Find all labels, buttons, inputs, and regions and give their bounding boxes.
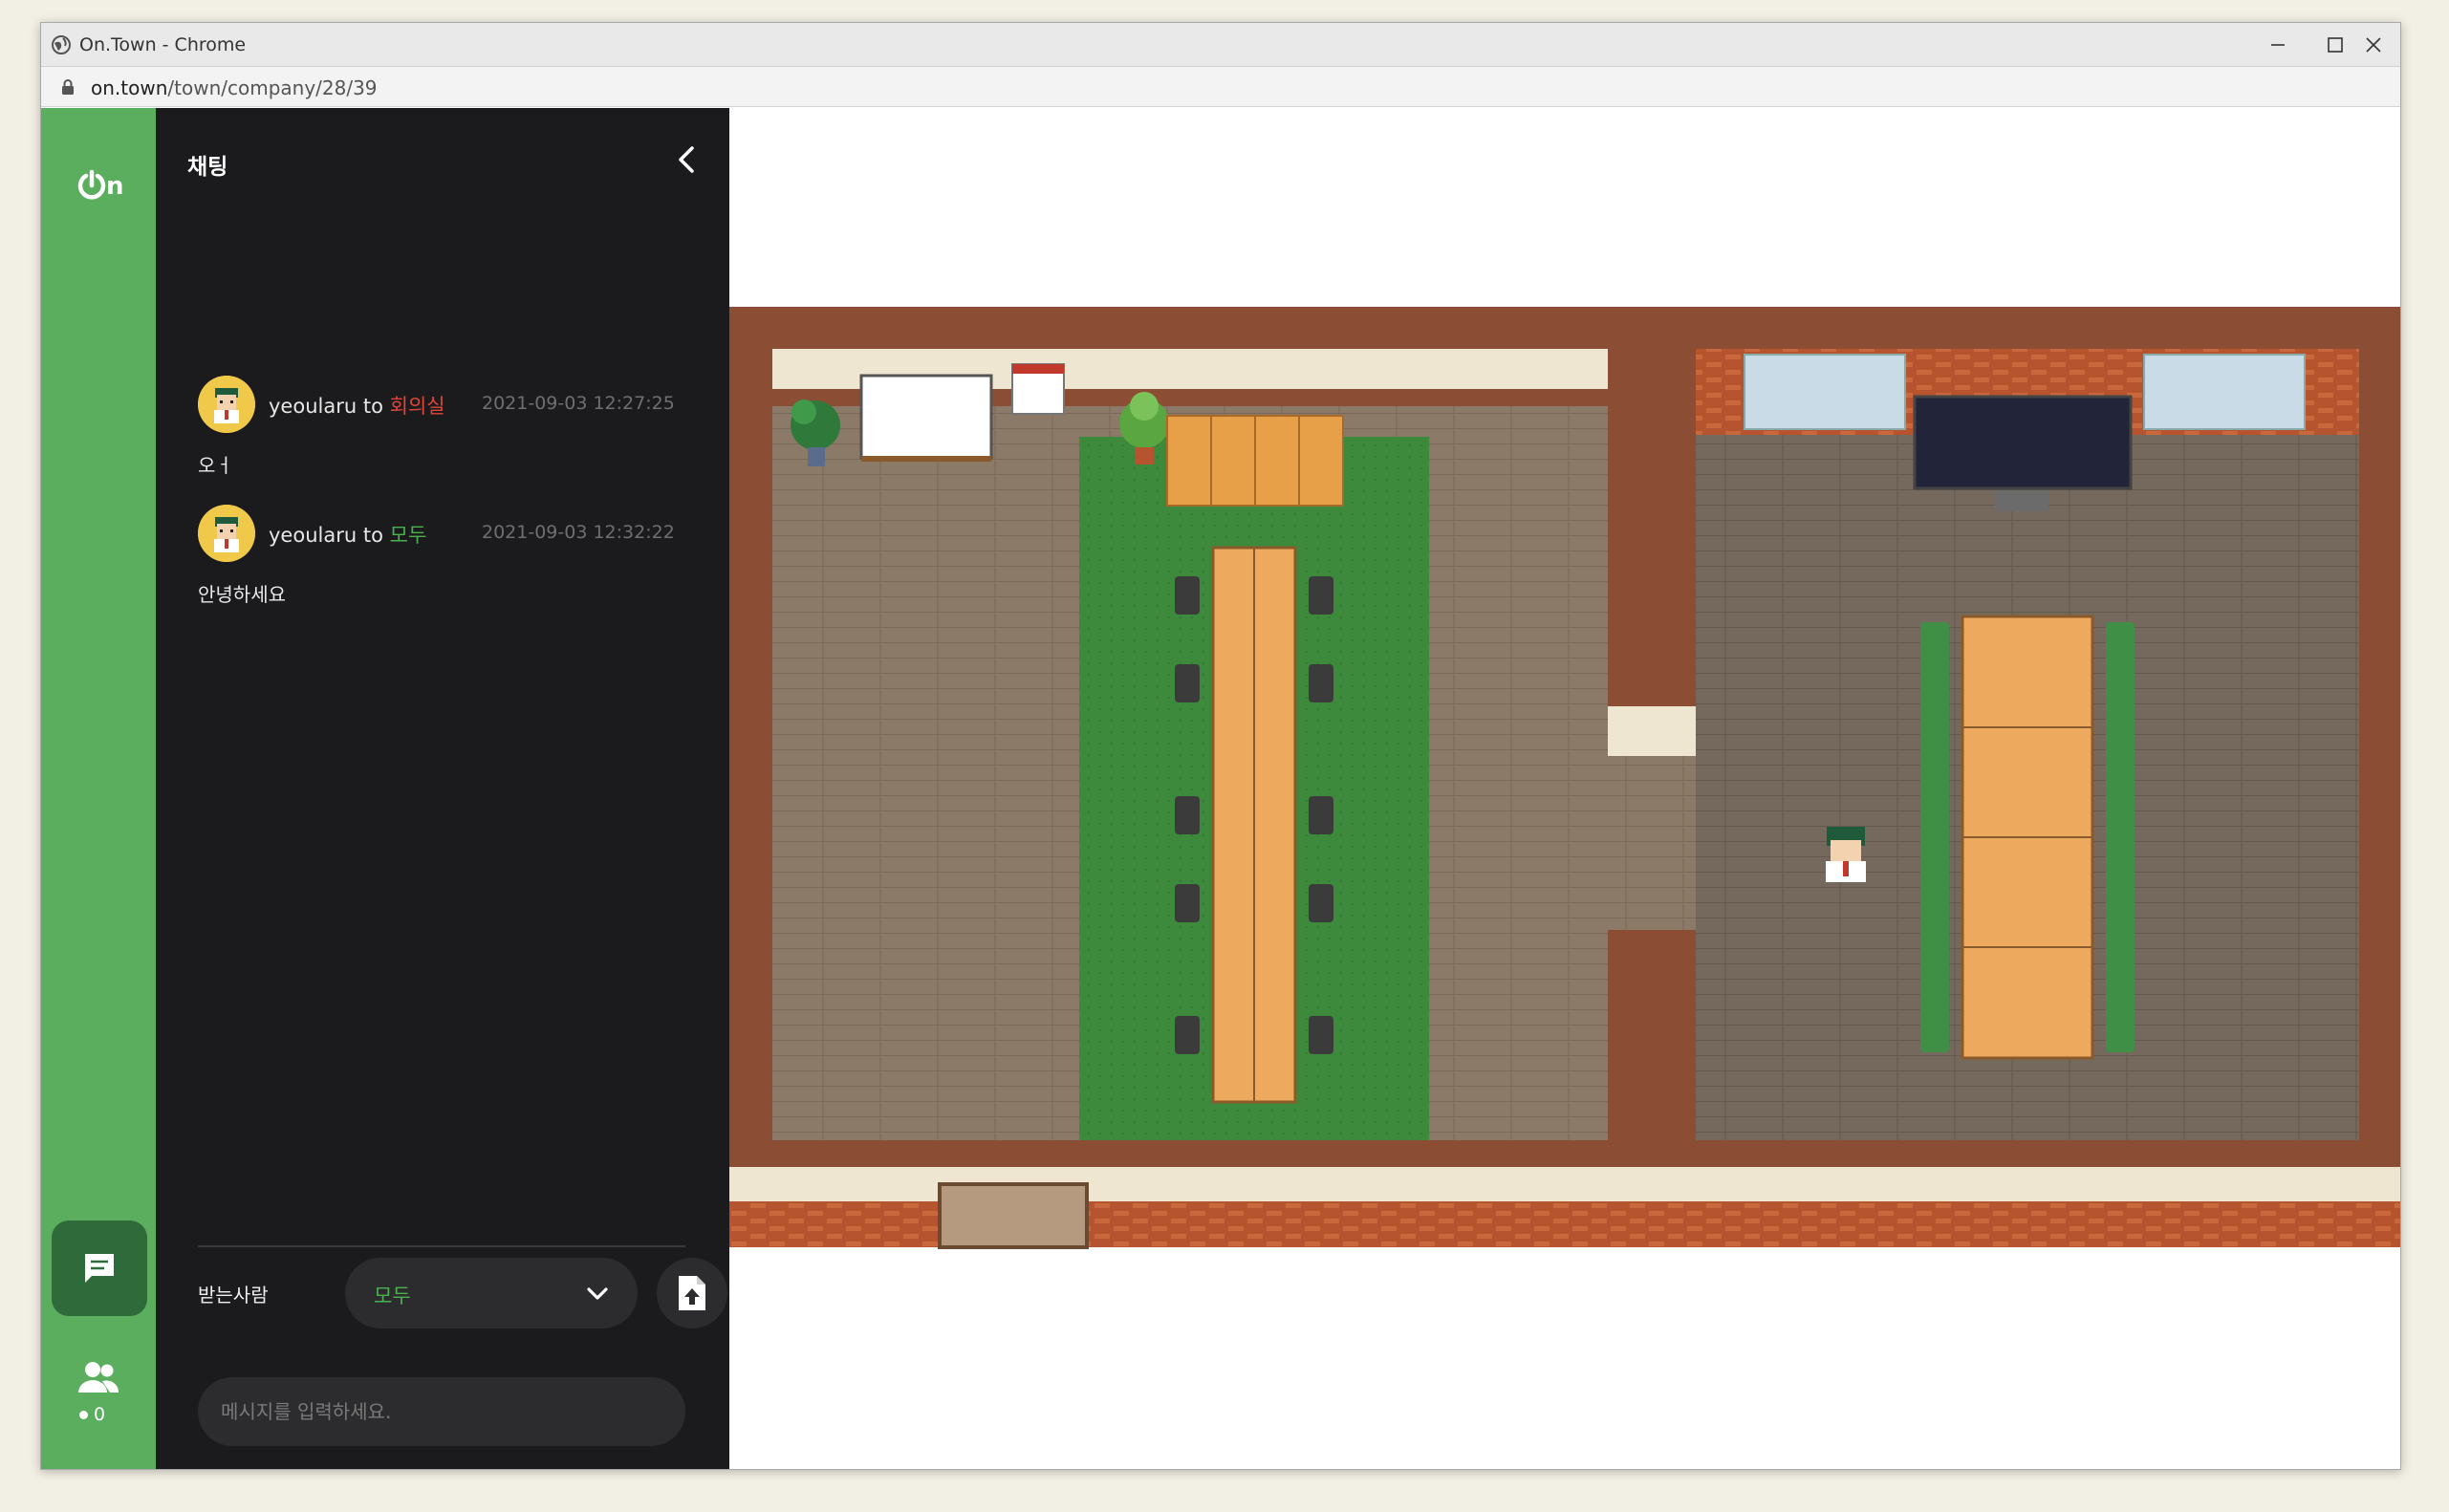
whiteboard [859, 374, 993, 460]
message-input[interactable] [198, 1377, 685, 1446]
message-to-word: to [362, 395, 383, 418]
close-icon [2366, 37, 2381, 53]
calendar-header [1012, 364, 1064, 374]
chat-message: yeoularu to 회의실 2021-09-03 12:27:25 오ㅓ [198, 376, 695, 481]
recipient-select[interactable]: 모두 [345, 1258, 638, 1328]
message-time: 2021-09-03 12:32:22 [482, 522, 675, 543]
message-sender: yeoularu [269, 524, 358, 547]
chat-message: yeoularu to 모두 2021-09-03 12:32:22 안녕하세요 [198, 505, 695, 610]
lock-icon [62, 79, 74, 95]
file-upload-button[interactable] [657, 1258, 727, 1328]
avatar [198, 505, 255, 562]
chat-panel: 채팅 yeoularu to 회의실 2021-09-03 12:27:25 오… [156, 108, 729, 1469]
entrance-door[interactable] [938, 1182, 1089, 1249]
message-time: 2021-09-03 12:27:25 [482, 393, 675, 414]
message-to-word: to [362, 524, 383, 547]
message-text: 안녕하세요 [198, 583, 286, 606]
browser-window: On.Town - Chrome on.town/town/company/28… [40, 22, 2401, 1470]
globe-icon [52, 35, 71, 54]
address-bar[interactable]: on.town/town/company/28/39 [41, 67, 2400, 107]
message-text: 오ㅓ [198, 454, 233, 477]
chat-divider [198, 1245, 685, 1247]
minimize-icon [2271, 44, 2285, 46]
users-button[interactable] [74, 1360, 123, 1398]
app-content: On n 0 [41, 108, 2401, 1470]
recipient-select-value: 모두 [374, 1285, 411, 1307]
side-rail: On n 0 [41, 108, 156, 1469]
message-sender-line: yeoularu to 모두 [269, 520, 426, 549]
url-path: /town/company/28/39 [167, 76, 378, 99]
online-count-value: 0 [94, 1404, 106, 1425]
message-recipient: 모두 [389, 524, 427, 547]
chat-bubble-icon [85, 1254, 114, 1283]
chat-title: 채팅 [187, 155, 228, 180]
online-count: 0 [79, 1404, 105, 1425]
chevron-left-icon[interactable] [668, 140, 706, 179]
tv-stand [1995, 490, 2048, 511]
chat-toggle-button[interactable] [52, 1220, 147, 1316]
power-logo-icon [77, 169, 106, 200]
title-bar: On.Town - Chrome [41, 23, 2400, 67]
minimize-button[interactable] [2249, 27, 2307, 63]
window-title: On.Town - Chrome [79, 34, 247, 55]
recipient-label: 받는사람 [198, 1284, 269, 1307]
logo-n: n [106, 172, 124, 201]
message-sender-line: yeoularu to 회의실 [269, 391, 445, 420]
town-map-canvas[interactable] [729, 108, 2401, 1470]
url-text[interactable]: on.town/town/company/28/39 [91, 76, 378, 99]
chevron-down-icon [587, 1287, 608, 1300]
whiteboard-ledge [861, 456, 991, 462]
file-upload-icon [679, 1276, 705, 1310]
filing-cabinets [1166, 415, 1344, 507]
avatar-character-icon [198, 505, 255, 562]
hallway-wall [1608, 706, 1696, 756]
url-host: on.town [91, 76, 168, 99]
maximize-icon [2328, 37, 2343, 53]
game-map[interactable] [729, 108, 2401, 1470]
close-button[interactable] [2345, 27, 2400, 63]
online-dot [79, 1410, 88, 1419]
on-logo[interactable]: On n [76, 168, 133, 206]
message-sender: yeoularu [269, 395, 358, 418]
tv-screen [1913, 395, 2133, 490]
message-recipient: 회의실 [389, 395, 445, 418]
avatar-character-icon [198, 376, 255, 433]
player-character[interactable] [1826, 827, 1866, 882]
avatar [198, 376, 255, 433]
users-icon [78, 1362, 119, 1393]
